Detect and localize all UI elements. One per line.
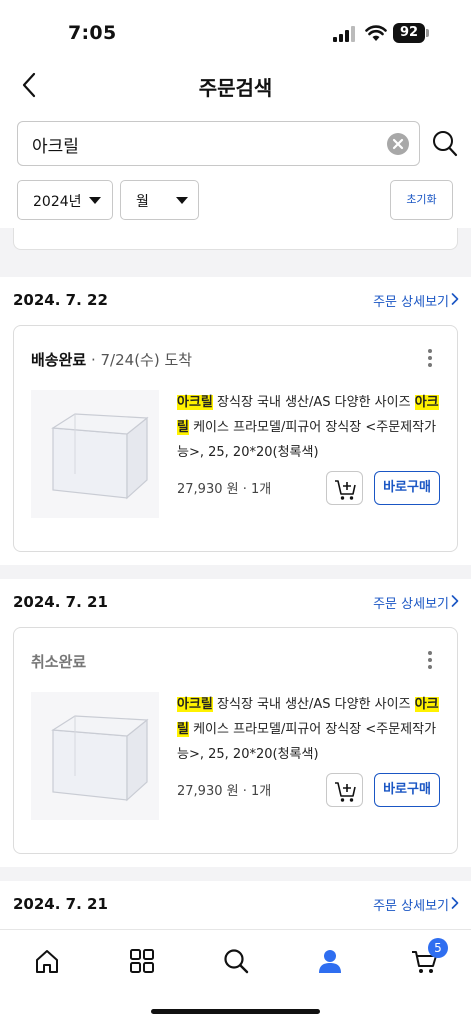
order-group: 2024. 7. 21 주문 상세보기 취소완료 아크릴 장식장 국내 생산/A… xyxy=(0,579,471,867)
product-title[interactable]: 아크릴 장식장 국내 생산/AS 다양한 사이즈 아크릴 케이스 프라모델/피규… xyxy=(177,390,447,465)
order-detail-link[interactable]: 주문 상세보기 xyxy=(373,291,449,310)
search-field[interactable] xyxy=(17,121,420,166)
order-card[interactable]: 취소완료 아크릴 장식장 국내 생산/AS 다양한 사이즈 아크릴 케이스 프라… xyxy=(13,627,458,854)
signal-icon xyxy=(333,26,355,42)
home-icon[interactable] xyxy=(33,947,61,975)
cart-plus-icon xyxy=(335,782,356,802)
category-grid-icon[interactable] xyxy=(128,947,156,975)
order-group: 2024. 7. 22 주문 상세보기 배송완료 · 7/24(수) 도착 아크… xyxy=(0,277,471,565)
search-input[interactable] xyxy=(32,130,372,158)
reset-button[interactable]: 초기화 xyxy=(390,180,453,220)
my-profile-icon[interactable] xyxy=(316,947,344,975)
add-to-cart-button[interactable] xyxy=(326,471,363,505)
status-bar: 7:05 92 xyxy=(0,0,471,62)
delivery-status: 취소완료 xyxy=(31,651,86,672)
header: 주문검색 xyxy=(0,62,471,108)
month-select-value: 월 xyxy=(136,194,149,210)
more-options-icon[interactable] xyxy=(427,650,433,670)
buy-now-button[interactable]: 바로구매 xyxy=(374,773,440,807)
product-title-text: 장식장 국내 생산/AS 다양한 사이즈 xyxy=(212,697,415,712)
home-indicator xyxy=(151,1009,320,1014)
battery-tip xyxy=(426,29,429,37)
buy-now-button[interactable]: 바로구매 xyxy=(374,471,440,505)
price-quantity: 27,930 원 · 1개 xyxy=(177,784,272,799)
battery-indicator: 92 xyxy=(393,23,429,43)
chevron-right-icon xyxy=(451,897,459,909)
product-image[interactable] xyxy=(31,390,159,518)
keyword-highlight: 아크릴 xyxy=(177,395,213,410)
cart-count-badge: 5 xyxy=(428,938,448,958)
order-date: 2024. 7. 22 xyxy=(13,291,108,309)
product-title-text: 케이스 프라모델/피규어 장식장 <주문제작가능>, 25, 20*20(청록색… xyxy=(177,420,437,460)
search-icon[interactable] xyxy=(222,947,250,975)
price-quantity: 27,930 원 · 1개 xyxy=(177,482,272,497)
order-detail-link[interactable]: 주문 상세보기 xyxy=(373,593,449,612)
order-group: 2024. 7. 21 주문 상세보기 xyxy=(0,881,471,929)
more-options-icon[interactable] xyxy=(427,348,433,368)
month-select[interactable]: 월 xyxy=(120,180,199,220)
year-select[interactable]: 2024년 xyxy=(17,180,113,220)
product-image[interactable] xyxy=(31,692,159,820)
caret-down-icon xyxy=(176,197,188,204)
page-title: 주문검색 xyxy=(198,76,273,100)
clear-icon[interactable] xyxy=(387,133,409,155)
order-card[interactable]: 배송완료 · 7/24(수) 도착 아크릴 장식장 국내 생산/AS 다양한 사… xyxy=(13,325,458,552)
search-icon[interactable] xyxy=(432,130,458,158)
order-list[interactable]: 2024. 7. 22 주문 상세보기 배송완료 · 7/24(수) 도착 아크… xyxy=(0,228,471,929)
keyword-highlight: 아크릴 xyxy=(177,697,213,712)
chevron-right-icon xyxy=(451,293,459,305)
status-time: 7:05 xyxy=(68,22,117,44)
order-status: 배송완료 xyxy=(31,351,87,369)
arrival-date: · 7/24(수) 도착 xyxy=(86,351,193,369)
chevron-right-icon xyxy=(451,595,459,607)
delivery-status: 배송완료 · 7/24(수) 도착 xyxy=(31,349,192,370)
product-title[interactable]: 아크릴 장식장 국내 생산/AS 다양한 사이즈 아크릴 케이스 프라모델/피규… xyxy=(177,692,447,767)
add-to-cart-button[interactable] xyxy=(326,773,363,807)
order-date: 2024. 7. 21 xyxy=(13,895,108,913)
year-select-value: 2024년 xyxy=(33,194,82,210)
order-status: 취소완료 xyxy=(31,653,87,671)
battery-level: 92 xyxy=(393,23,425,43)
order-detail-link[interactable]: 주문 상세보기 xyxy=(373,895,449,914)
previous-card-edge xyxy=(13,228,458,250)
cart-plus-icon xyxy=(335,480,356,500)
caret-down-icon xyxy=(89,197,101,204)
wifi-icon xyxy=(365,25,387,41)
product-title-text: 케이스 프라모델/피규어 장식장 <주문제작가능>, 25, 20*20(청록색… xyxy=(177,722,437,762)
order-date: 2024. 7. 21 xyxy=(13,593,108,611)
product-title-text: 장식장 국내 생산/AS 다양한 사이즈 xyxy=(212,395,415,410)
